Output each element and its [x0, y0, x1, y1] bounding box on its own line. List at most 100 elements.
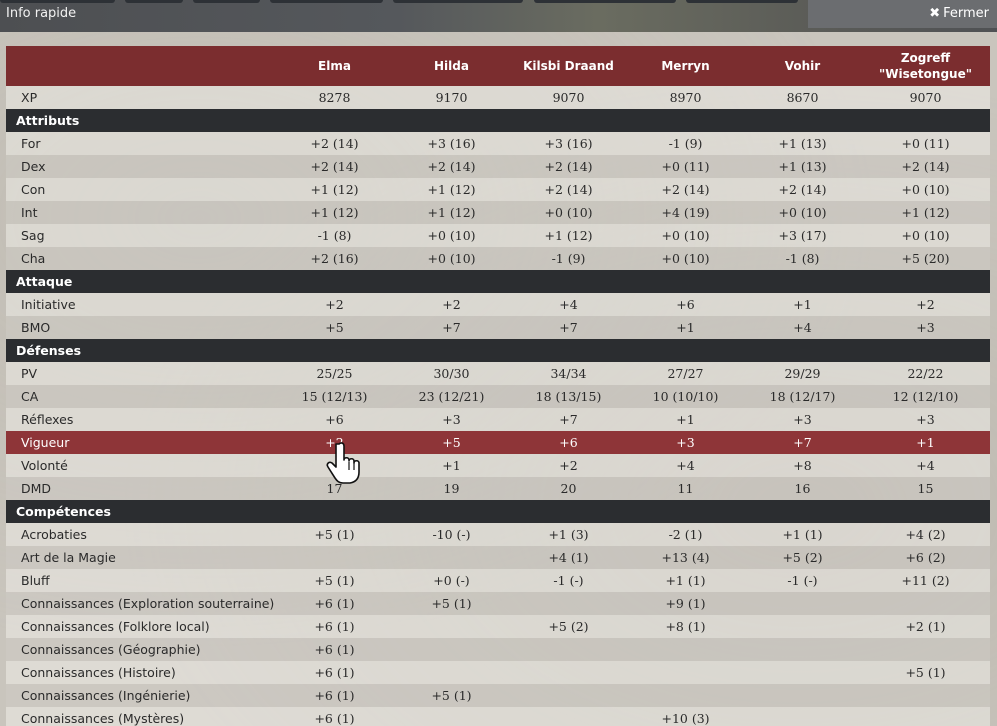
table-row: Int +1 (12) +1 (12) +0 (10) +4 (19) +0 (10) +1… [6, 201, 990, 224]
stat-cell [276, 454, 393, 477]
stat-cell: -2 (1) [627, 523, 744, 546]
stat-cell: +6 (1) [276, 707, 393, 726]
stat-cell: 18 (13/15) [510, 385, 627, 408]
stat-cell: +2 (14) [276, 155, 393, 178]
stat-cell [393, 638, 510, 661]
stat-cell: +1 (12) [276, 201, 393, 224]
stat-cell: +5 (1) [393, 684, 510, 707]
stat-cell: +5 (20) [861, 247, 990, 270]
stat-cell: 11 [627, 477, 744, 500]
stat-cell [393, 615, 510, 638]
stat-cell: +4 [861, 454, 990, 477]
stat-cell [510, 661, 627, 684]
section-title: Attributs [6, 109, 990, 132]
stat-cell: +2 (16) [276, 247, 393, 270]
stat-cell: +5 (1) [276, 569, 393, 592]
row-label: Cha [6, 247, 276, 270]
stat-cell: 10 (10/10) [627, 385, 744, 408]
stat-cell: +0 (10) [861, 178, 990, 201]
stat-cell: -10 (-) [393, 523, 510, 546]
stat-cell: +0 (11) [627, 155, 744, 178]
row-label: Connaissances (Exploration souterraine) [6, 592, 276, 615]
stat-cell [393, 546, 510, 569]
stat-cell: +8 (1) [627, 615, 744, 638]
section-title: Défenses [6, 339, 990, 362]
row-label: Int [6, 201, 276, 224]
row-label: Sag [6, 224, 276, 247]
stat-cell: +2 [861, 293, 990, 316]
close-area: ✖ Fermer [808, 0, 997, 28]
table-row: Connaissances (Exploration souterraine) +… [6, 592, 990, 615]
stat-cell: +6 [510, 431, 627, 454]
stat-cell: +1 (3) [510, 523, 627, 546]
stat-cell: +1 [627, 316, 744, 339]
stat-cell: +8 [744, 454, 861, 477]
stat-cell: -1 (-) [510, 569, 627, 592]
row-label: CA [6, 385, 276, 408]
stat-cell: +2 (14) [861, 155, 990, 178]
row-label: Connaissances (Folklore local) [6, 615, 276, 638]
table-row: Connaissances (Histoire) +6 (1) +5 (1) [6, 661, 990, 684]
stat-cell: 8970 [627, 86, 744, 109]
stat-cell [627, 638, 744, 661]
stat-cell: +0 (10) [744, 201, 861, 224]
stat-cell: +6 (1) [276, 661, 393, 684]
stat-cell [744, 638, 861, 661]
stat-cell: +6 [276, 408, 393, 431]
stat-cell: 34/34 [510, 362, 627, 385]
stat-cell: +7 [510, 408, 627, 431]
stat-cell: +4 (2) [861, 523, 990, 546]
column-header: Kilsbi Draand [510, 46, 627, 86]
table-row: XP 8278 9170 9070 8970 8670 9070 [6, 86, 990, 109]
stat-cell: +3 (16) [510, 132, 627, 155]
section-row: Attaque [6, 270, 990, 293]
table-row: CA 15 (12/13) 23 (12/21) 18 (13/15) 10 (10/1… [6, 385, 990, 408]
close-button[interactable]: ✖ Fermer [929, 6, 989, 21]
stat-cell: 9070 [861, 86, 990, 109]
stat-cell: +2 [393, 293, 510, 316]
column-header: Zogreff "Wisetongue" [861, 46, 990, 86]
stat-cell: +4 (19) [627, 201, 744, 224]
table-row: Connaissances (Ingénierie) +6 (1) +5 (1) [6, 684, 990, 707]
stat-cell: -1 (8) [744, 247, 861, 270]
column-header: Hilda [393, 46, 510, 86]
table-body: XP 8278 9170 9070 8970 8670 9070 Attributs For +2… [6, 86, 990, 726]
row-label: For [6, 132, 276, 155]
stat-cell: 23 (12/21) [393, 385, 510, 408]
stat-cell: +6 [627, 293, 744, 316]
stat-cell: 9170 [393, 86, 510, 109]
stat-cell: +2 (14) [510, 155, 627, 178]
stat-cell: -1 (8) [276, 224, 393, 247]
stat-cell: 25/25 [276, 362, 393, 385]
table-row: Initiative +2 +2 +4 +6 +1 +2 [6, 293, 990, 316]
stat-cell: +0 (10) [393, 224, 510, 247]
stat-cell: 22/22 [861, 362, 990, 385]
stat-cell: +1 [393, 454, 510, 477]
stat-cell: +1 (12) [276, 178, 393, 201]
quick-info-panel: Elma Hilda Kilsbi Draand Merryn Vohir Zo… [6, 46, 990, 726]
row-label: Connaissances (Ingénierie) [6, 684, 276, 707]
stat-cell: +0 (10) [861, 224, 990, 247]
stat-cell: 30/30 [393, 362, 510, 385]
row-label: Connaissances (Histoire) [6, 661, 276, 684]
section-title: Compétences [6, 500, 990, 523]
table-row: Volonté +1 +2 +4 +8 +4 [6, 454, 990, 477]
stat-cell [510, 707, 627, 726]
stat-cell: +2 (14) [393, 155, 510, 178]
row-label: Volonté [6, 454, 276, 477]
stat-cell [861, 638, 990, 661]
stat-cell: +1 (12) [393, 201, 510, 224]
stat-cell: +0 (10) [627, 247, 744, 270]
stat-cell: +1 (12) [861, 201, 990, 224]
stat-cell: +7 [510, 316, 627, 339]
stat-cell: +2 [276, 431, 393, 454]
close-label: Fermer [943, 6, 989, 21]
stat-cell: +0 (10) [627, 224, 744, 247]
stat-cell: +4 [510, 293, 627, 316]
row-label: Réflexes [6, 408, 276, 431]
stat-cell: +13 (4) [627, 546, 744, 569]
stat-cell [393, 707, 510, 726]
column-header: Vohir [744, 46, 861, 86]
stat-cell [744, 615, 861, 638]
stat-cell: +4 [627, 454, 744, 477]
